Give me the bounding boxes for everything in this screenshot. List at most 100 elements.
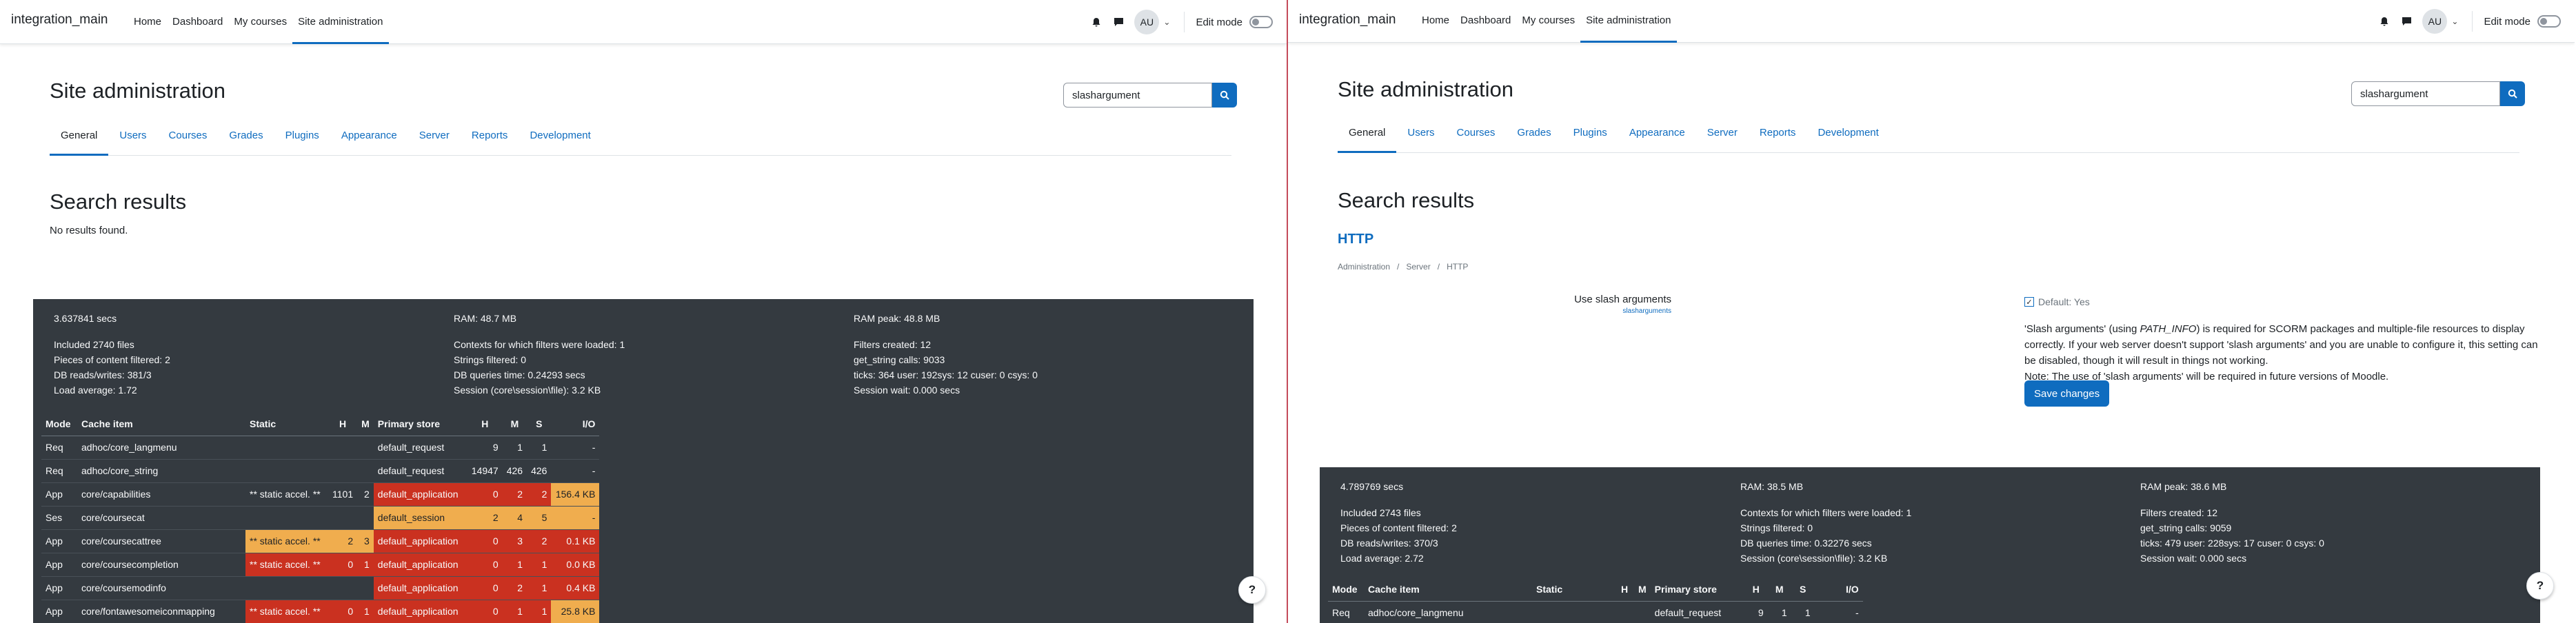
- admin-search: [2351, 81, 2525, 106]
- cell-hits: 0: [467, 576, 503, 600]
- perf-stat: Included 2740 files: [54, 339, 134, 350]
- avatar[interactable]: AU: [1134, 10, 1160, 34]
- cell-cache-item: core/coursecattree: [77, 529, 245, 553]
- site-brand[interactable]: integration_main: [11, 12, 108, 28]
- help-button[interactable]: ?: [1238, 576, 1266, 604]
- tab-grades[interactable]: Grades: [218, 119, 274, 156]
- edit-mode-label: Edit mode: [2484, 15, 2530, 28]
- perf-stat: Load average: 1.72: [54, 385, 137, 396]
- table-row: Req adhoc/core_string default_request 14…: [41, 459, 600, 483]
- perf-stat: DB reads/writes: 370/3: [1340, 538, 1438, 549]
- perf-stat: 3.637841 secs: [54, 313, 117, 324]
- tab-courses[interactable]: Courses: [158, 119, 219, 156]
- cell-hits: 0: [467, 553, 503, 577]
- tab-users[interactable]: Users: [1396, 116, 1445, 153]
- breadcrumb-item[interactable]: Administration: [1338, 262, 1390, 272]
- tab-server[interactable]: Server: [408, 119, 461, 156]
- help-button[interactable]: ?: [2526, 572, 2554, 600]
- tab-courses[interactable]: Courses: [1446, 116, 1507, 153]
- perf-stat: DB queries time: 0.32276 secs: [1740, 538, 1872, 549]
- table-row: App core/coursemodinfo default_applicati…: [41, 576, 600, 600]
- edit-mode-toggle[interactable]: [2537, 15, 2561, 28]
- cell-mode: App: [41, 600, 77, 623]
- nav-my-courses[interactable]: My courses: [1516, 0, 1580, 43]
- tab-reports[interactable]: Reports: [461, 119, 519, 156]
- tab-reports[interactable]: Reports: [1749, 116, 1807, 153]
- breadcrumb-item[interactable]: HTTP: [1447, 262, 1468, 272]
- cell-io: -: [551, 436, 600, 460]
- cell-mode: Req: [41, 436, 77, 460]
- cell-sets: 2: [527, 529, 552, 553]
- tab-general[interactable]: General: [50, 119, 109, 156]
- search-input[interactable]: [2351, 81, 2500, 106]
- performance-info: 3.637841 secs Included 2740 files Pieces…: [33, 299, 1254, 623]
- cell-primary-store: default_application: [373, 482, 467, 507]
- perf-stat: Contexts for which filters were loaded: …: [1740, 507, 1912, 518]
- cell-misses: 1: [502, 436, 527, 460]
- nav-dashboard[interactable]: Dashboard: [167, 0, 228, 44]
- cell-cache-item: core/coursemodinfo: [77, 576, 245, 600]
- cell-sets: 1: [1791, 601, 1815, 623]
- tab-general[interactable]: General: [1338, 116, 1397, 153]
- perf-stat: Session wait: 0.000 secs: [2140, 553, 2247, 564]
- tab-users[interactable]: Users: [108, 119, 157, 156]
- search-button[interactable]: [2500, 81, 2525, 106]
- table-row: Req adhoc/core_langmenu default_request …: [41, 436, 600, 460]
- cell-mode: Req: [41, 459, 77, 483]
- tab-development[interactable]: Development: [519, 119, 601, 156]
- cell-cache-item: core/coursecompletion: [77, 553, 245, 577]
- search-results-heading: Search results: [50, 190, 187, 214]
- col-hits: H: [467, 412, 503, 436]
- left-browser-pane: integration_main Home Dashboard My cours…: [0, 0, 1287, 623]
- nav-my-courses[interactable]: My courses: [228, 0, 292, 44]
- table-row: Req adhoc/core_langmenu default_request …: [1328, 601, 1863, 623]
- cell-hits: 14947: [467, 459, 503, 483]
- cell-static: ** static accel. **: [245, 553, 328, 577]
- cell-primary-store: default_request: [373, 436, 467, 460]
- perf-stat: DB queries time: 0.24293 secs: [454, 369, 585, 380]
- tab-appearance[interactable]: Appearance: [1618, 116, 1696, 153]
- tab-plugins[interactable]: Plugins: [274, 119, 330, 156]
- perf-stat: Filters created: 12: [854, 339, 932, 350]
- cell-io: 0.4 KB: [551, 576, 600, 600]
- cell-static-misses: 1: [357, 600, 374, 623]
- cell-static-misses: [357, 576, 374, 600]
- site-brand[interactable]: integration_main: [1299, 12, 1396, 28]
- result-section-link[interactable]: HTTP: [1338, 232, 1373, 247]
- chevron-down-icon[interactable]: ⌄: [1163, 17, 1170, 27]
- breadcrumb-separator: /: [1437, 262, 1440, 272]
- tab-plugins[interactable]: Plugins: [1562, 116, 1618, 153]
- breadcrumb-item[interactable]: Server: [1406, 262, 1430, 272]
- tab-development[interactable]: Development: [1807, 116, 1889, 153]
- tab-appearance[interactable]: Appearance: [330, 119, 408, 156]
- avatar[interactable]: AU: [2422, 9, 2448, 34]
- nav-site-administration[interactable]: Site administration: [292, 0, 389, 44]
- setting-name: slasharguments: [1622, 307, 1671, 315]
- chevron-down-icon[interactable]: ⌄: [2451, 17, 2458, 26]
- col-misses: M: [1767, 578, 1791, 602]
- chat-icon[interactable]: [1111, 14, 1126, 30]
- cell-static-misses: [357, 459, 374, 483]
- save-changes-button[interactable]: Save changes: [2024, 380, 2110, 407]
- edit-mode-toggle[interactable]: [1249, 16, 1273, 28]
- chat-icon[interactable]: [2399, 14, 2414, 29]
- bell-icon[interactable]: [2377, 14, 2392, 29]
- nav-site-administration[interactable]: Site administration: [1580, 0, 1677, 43]
- nav-home[interactable]: Home: [128, 0, 167, 44]
- slasharguments-checkbox[interactable]: ✓: [2024, 297, 2034, 307]
- tab-server[interactable]: Server: [1696, 116, 1749, 153]
- nav-home[interactable]: Home: [1416, 0, 1455, 43]
- top-navbar: integration_main Home Dashboard My cours…: [0, 0, 1287, 44]
- bell-icon[interactable]: [1089, 14, 1104, 30]
- cell-static: [1532, 601, 1615, 623]
- perf-stat: RAM: 48.7 MB: [454, 313, 517, 324]
- cell-cache-item: adhoc/core_string: [77, 459, 245, 483]
- right-browser-pane: integration_main Home Dashboard My cours…: [1288, 0, 2575, 623]
- desc-part: 'Slash arguments' (using: [2024, 323, 2140, 335]
- nav-dashboard[interactable]: Dashboard: [1455, 0, 1516, 43]
- admin-search: [1063, 83, 1237, 108]
- cell-static-misses: 3: [357, 529, 374, 553]
- tab-grades[interactable]: Grades: [1506, 116, 1562, 153]
- search-button[interactable]: [1212, 83, 1237, 108]
- search-input[interactable]: [1063, 83, 1212, 108]
